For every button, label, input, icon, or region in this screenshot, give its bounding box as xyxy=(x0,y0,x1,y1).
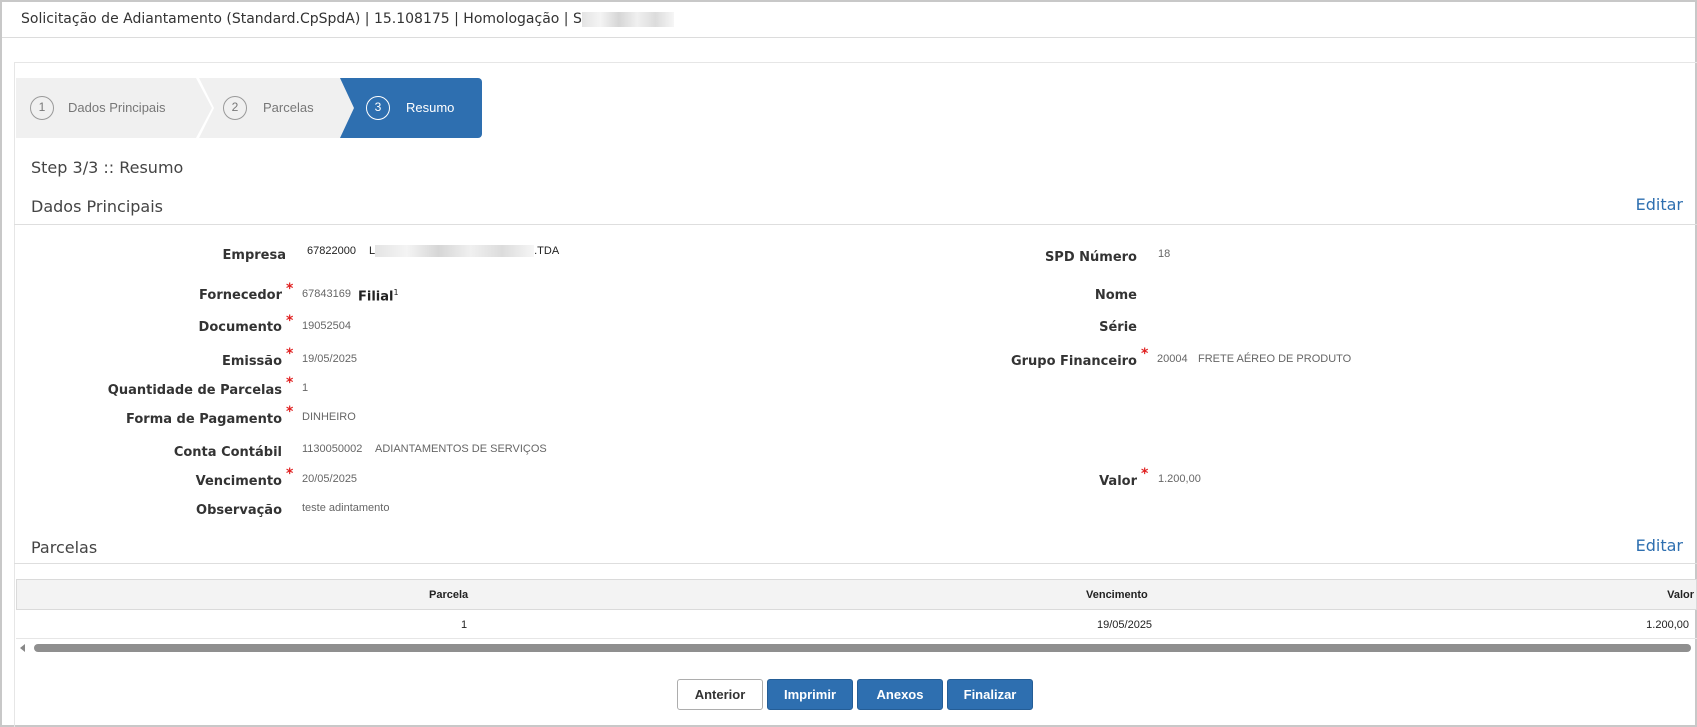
label-empresa: Empresa xyxy=(222,248,286,263)
value-quantidade-parcelas: 1 xyxy=(302,382,309,394)
required-mark: * xyxy=(286,313,294,329)
header-valor[interactable]: Valor xyxy=(1667,589,1694,601)
label-spd-numero: SPD Número xyxy=(1044,250,1137,265)
cell-vencimento: 19/05/2025 xyxy=(1097,619,1153,631)
label-serie: Série xyxy=(1099,320,1137,335)
label-conta-contabil: Conta Contábil xyxy=(173,445,282,460)
label-documento: Documento xyxy=(198,320,282,335)
value-conta-contabil-code: 1130050002 xyxy=(302,443,363,455)
label-valor: Valor xyxy=(1099,474,1137,489)
edit-dados-link[interactable]: Editar xyxy=(1636,195,1683,214)
value-grupo-financeiro-desc: FRETE AÉREO DE PRODUTO xyxy=(1198,353,1352,365)
required-mark: * xyxy=(286,466,294,482)
horizontal-scrollbar[interactable] xyxy=(18,642,1697,654)
value-emissao: 19/05/2025 xyxy=(302,353,358,365)
imprimir-button[interactable]: Imprimir xyxy=(767,679,853,710)
step-resumo[interactable]: 3 Resumo xyxy=(340,78,482,138)
value-empresa-name: L .TDA xyxy=(369,245,560,258)
section-title-dados: Dados Principais xyxy=(31,197,164,216)
value-empresa-code: 67822000 xyxy=(307,245,356,257)
value-documento: 19052504 xyxy=(302,320,351,332)
required-mark: * xyxy=(286,281,294,297)
label-grupo-financeiro: Grupo Financeiro xyxy=(1010,354,1137,369)
label-quantidade-parcelas: Quantidade de Parcelas xyxy=(107,383,282,398)
finalizar-button[interactable]: Finalizar xyxy=(947,679,1033,710)
required-mark: * xyxy=(286,375,294,391)
header-vencimento[interactable]: Vencimento xyxy=(1086,589,1148,601)
required-mark: * xyxy=(1141,466,1149,482)
anterior-button[interactable]: Anterior xyxy=(677,679,763,710)
redacted-text xyxy=(375,245,535,258)
value-grupo-financeiro-code: 20004 xyxy=(1157,353,1188,365)
window-title: Solicitação de Adiantamento (Standard.Cp… xyxy=(21,11,674,27)
label-emissao: Emissão xyxy=(221,354,282,369)
redacted-text xyxy=(581,11,674,27)
required-mark: * xyxy=(286,346,294,362)
step-dados-principais[interactable]: 1 Dados Principais xyxy=(16,78,212,138)
header-parcela[interactable]: Parcela xyxy=(429,589,468,601)
value-spd-numero: 18 xyxy=(1158,248,1171,260)
step-number: 2 xyxy=(223,96,247,120)
value-fornecedor-code: 67843169 xyxy=(302,288,351,300)
step-title: Step 3/3 :: Resumo xyxy=(31,158,184,177)
required-mark: * xyxy=(1141,346,1149,362)
step-parcelas[interactable]: 2 Parcelas xyxy=(199,78,362,138)
value-forma-pagamento: DINHEIRO xyxy=(302,411,356,423)
table-header: Parcela Vencimento Valor xyxy=(16,579,1697,610)
label-nome: Nome xyxy=(1094,288,1137,303)
title-bar: Solicitação de Adiantamento (Standard.Cp… xyxy=(2,2,1695,38)
value-valor: 1.200,00 xyxy=(1158,473,1201,485)
value-observacao: teste adintamento xyxy=(302,502,390,514)
step-label: Dados Principais xyxy=(68,100,166,115)
step-label: Resumo xyxy=(406,100,455,115)
step-label: Parcelas xyxy=(263,100,314,115)
label-observacao: Observação xyxy=(196,503,282,518)
table-row[interactable]: 1 19/05/2025 1.200,00 xyxy=(16,610,1697,639)
value-conta-contabil-desc: ADIANTAMENTOS DE SERVIÇOS xyxy=(375,443,547,455)
anexos-button[interactable]: Anexos xyxy=(857,679,943,710)
scroll-thumb[interactable] xyxy=(34,644,1691,652)
label-forma-pagamento: Forma de Pagamento xyxy=(126,412,282,427)
divider xyxy=(14,224,1697,225)
parcelas-table: Parcela Vencimento Valor 1 19/05/2025 1.… xyxy=(16,579,1697,639)
wizard-steps: 1 Dados Principais 2 Parcelas 3 Resumo xyxy=(16,78,482,138)
required-mark: * xyxy=(286,404,294,420)
label-fornecedor: Fornecedor xyxy=(199,288,282,303)
label-vencimento: Vencimento xyxy=(195,474,282,489)
divider xyxy=(14,563,1697,564)
step-number: 3 xyxy=(366,96,390,120)
value-fornecedor-filial: Filial1 xyxy=(358,288,399,305)
step-number: 1 xyxy=(30,96,54,120)
section-title-parcelas: Parcelas xyxy=(31,538,98,557)
edit-parcelas-link[interactable]: Editar xyxy=(1636,536,1683,555)
cell-parcela: 1 xyxy=(461,619,468,631)
cell-valor: 1.200,00 xyxy=(1646,619,1689,631)
value-vencimento: 20/05/2025 xyxy=(302,473,358,485)
scroll-left-icon[interactable] xyxy=(20,644,25,652)
